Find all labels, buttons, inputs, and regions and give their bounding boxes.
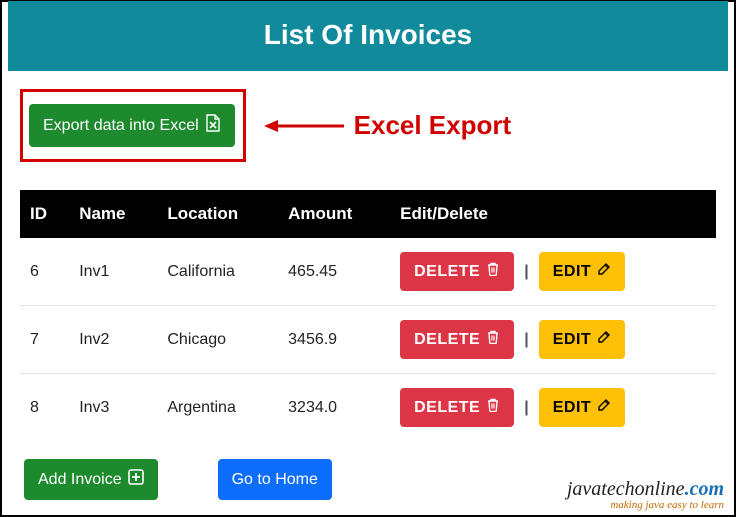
table-row: 6Inv1California465.45 DELETE | EDIT (20, 238, 716, 306)
trash-icon (486, 330, 500, 349)
trash-icon (486, 262, 500, 281)
table-header-row: ID Name Location Amount Edit/Delete (20, 190, 716, 238)
trash-icon (486, 398, 500, 417)
cell-name: Inv2 (69, 306, 157, 374)
action-separator: | (522, 399, 530, 417)
arrow-left-icon (264, 116, 344, 136)
cell-id: 7 (20, 306, 69, 374)
edit-button[interactable]: EDIT (539, 320, 625, 359)
table-row: 8Inv3Argentina3234.0 DELETE | EDIT (20, 374, 716, 442)
edit-icon (597, 398, 611, 417)
watermark-tld: .com (685, 478, 724, 500)
delete-label: DELETE (414, 331, 480, 349)
edit-icon (597, 330, 611, 349)
edit-button[interactable]: EDIT (539, 388, 625, 427)
edit-label: EDIT (553, 263, 591, 281)
cell-name: Inv1 (69, 238, 157, 306)
watermark-site: javatechonline (567, 478, 685, 500)
export-row: Export data into Excel Excel Export (20, 89, 716, 162)
export-callout-label: Excel Export (354, 110, 512, 141)
col-actions: Edit/Delete (390, 190, 716, 238)
cell-location: Chicago (157, 306, 278, 374)
cell-actions: DELETE | EDIT (390, 374, 716, 442)
cell-name: Inv3 (69, 374, 157, 442)
cell-location: California (157, 238, 278, 306)
table-row: 7Inv2Chicago3456.9 DELETE | EDIT (20, 306, 716, 374)
cell-actions: DELETE | EDIT (390, 238, 716, 306)
col-location: Location (157, 190, 278, 238)
export-highlight-box: Export data into Excel (20, 89, 246, 162)
cell-amount: 3234.0 (278, 374, 390, 442)
cell-location: Argentina (157, 374, 278, 442)
add-invoice-button[interactable]: Add Invoice (24, 459, 158, 500)
page-title: List Of Invoices (8, 1, 728, 71)
invoice-table: ID Name Location Amount Edit/Delete 6Inv… (20, 190, 716, 441)
col-id: ID (20, 190, 69, 238)
cell-id: 6 (20, 238, 69, 306)
delete-button[interactable]: DELETE (400, 252, 514, 291)
go-home-label: Go to Home (232, 471, 318, 489)
delete-button[interactable]: DELETE (400, 320, 514, 359)
plus-square-icon (128, 469, 144, 490)
action-separator: | (522, 331, 530, 349)
edit-icon (597, 262, 611, 281)
cell-id: 8 (20, 374, 69, 442)
export-excel-button[interactable]: Export data into Excel (29, 104, 235, 147)
add-invoice-label: Add Invoice (38, 471, 122, 489)
action-separator: | (522, 263, 530, 281)
delete-label: DELETE (414, 399, 480, 417)
col-amount: Amount (278, 190, 390, 238)
cell-amount: 3456.9 (278, 306, 390, 374)
edit-label: EDIT (553, 331, 591, 349)
delete-button[interactable]: DELETE (400, 388, 514, 427)
delete-label: DELETE (414, 263, 480, 281)
export-excel-label: Export data into Excel (43, 117, 199, 135)
cell-actions: DELETE | EDIT (390, 306, 716, 374)
edit-button[interactable]: EDIT (539, 252, 625, 291)
content-area: Export data into Excel Excel Export (2, 71, 734, 510)
watermark: javatechonline.com making java easy to l… (567, 478, 724, 511)
go-home-button[interactable]: Go to Home (218, 459, 332, 500)
col-name: Name (69, 190, 157, 238)
edit-label: EDIT (553, 399, 591, 417)
cell-amount: 465.45 (278, 238, 390, 306)
file-excel-icon (205, 114, 221, 137)
